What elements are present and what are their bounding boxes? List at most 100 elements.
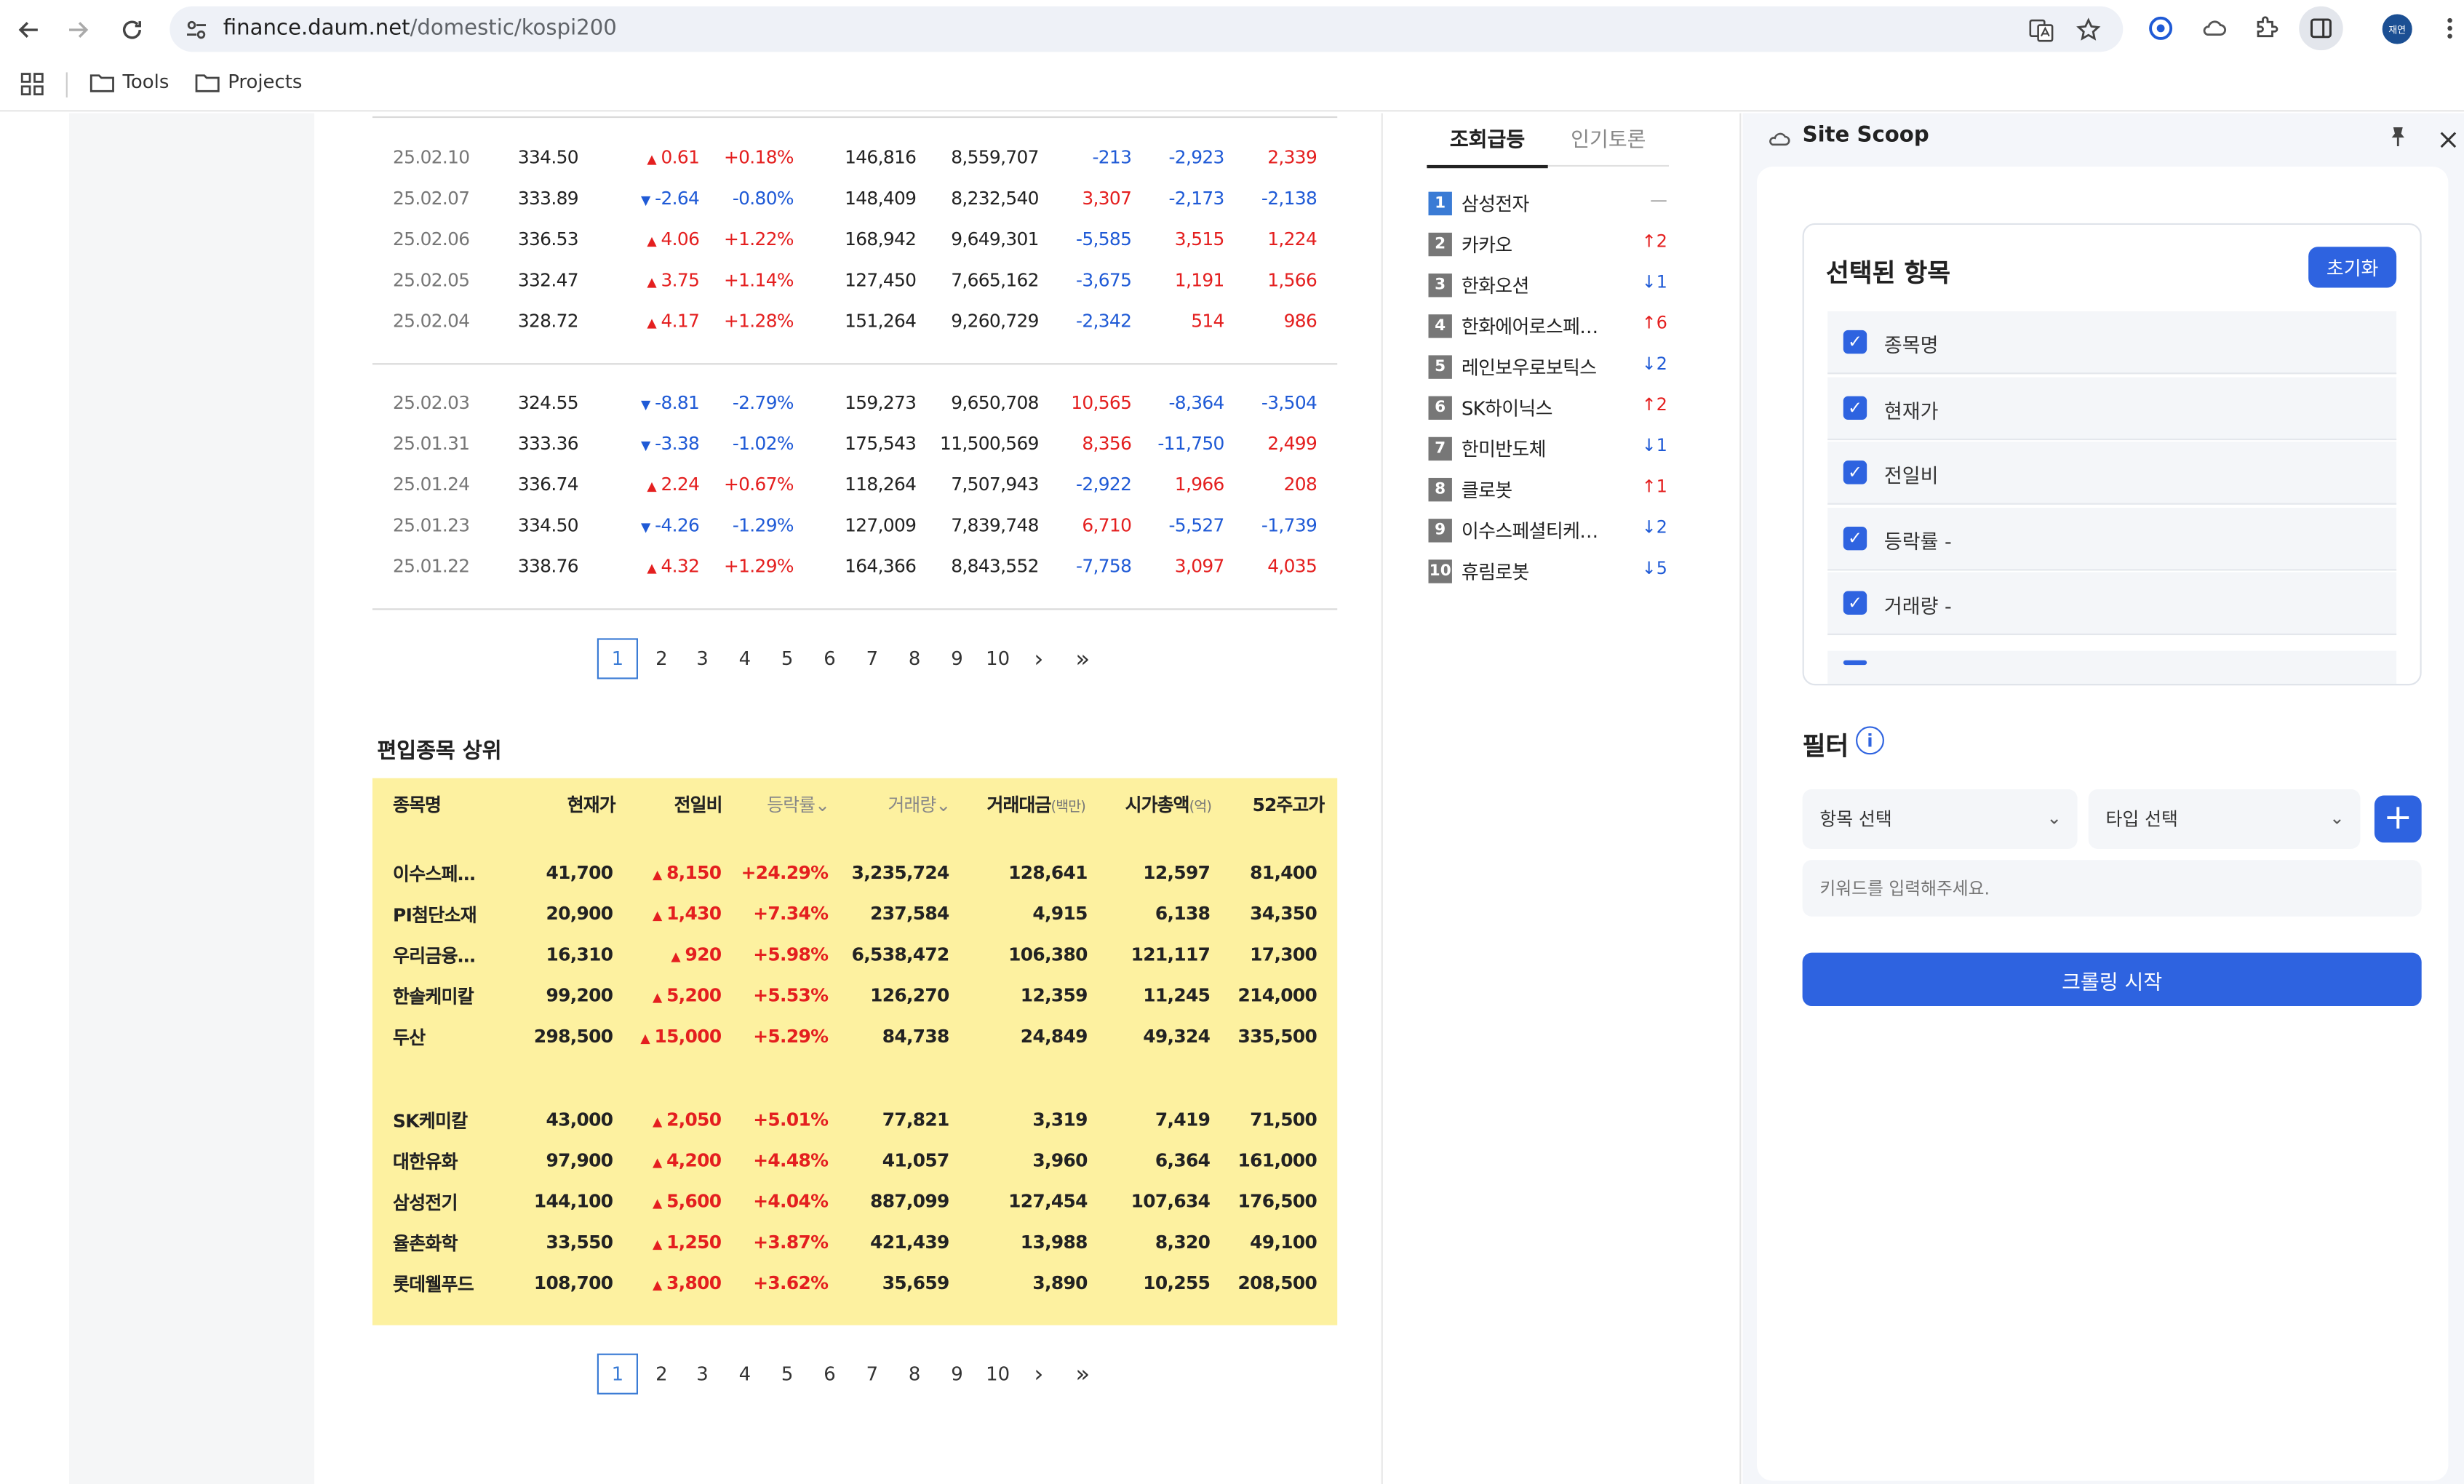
table-row[interactable]: 한솔케미칼 99,200 ▲ 5,200 +5.53% 126,270 12,359 11,2… — [372, 976, 1337, 1017]
page-8-button[interactable]: 8 — [894, 1354, 935, 1395]
extensions-puzzle-icon[interactable] — [2249, 11, 2284, 46]
field-select-dropdown[interactable]: 항목 선택 ⌄ — [1802, 789, 2078, 849]
table-row[interactable]: SK케미칼 43,000 ▲ 2,050 +5.01% 77,821 3,319 7,419 7… — [372, 1101, 1337, 1141]
stock-cell-name[interactable]: SK케미칼 — [393, 1109, 468, 1134]
col-header-amount[interactable]: 거래대금(백만) — [987, 792, 1086, 818]
add-filter-button[interactable]: + — [2374, 795, 2422, 843]
col-header-change[interactable]: 전일비 — [674, 792, 723, 818]
rank-item[interactable]: 3 한화오션 ↓1 — [1428, 269, 1667, 304]
selected-item[interactable]: ✓ 현재가 — [1827, 376, 2397, 440]
page-8-button[interactable]: 8 — [894, 638, 935, 679]
pin-icon[interactable] — [2388, 124, 2407, 154]
rank-stock-name[interactable]: 한미반도체 — [1462, 436, 1547, 463]
table-row[interactable]: 롯데웰푸드 108,700 ▲ 3,800 +3.62% 35,659 3,890 10,25… — [372, 1264, 1337, 1304]
checkbox-checked-icon[interactable]: ✓ — [1843, 460, 1867, 484]
rank-item[interactable]: 7 한미반도체 ↓1 — [1428, 432, 1667, 467]
more-menu-icon[interactable] — [2433, 11, 2464, 46]
address-bar[interactable]: finance.daum.net/domestic/kospi200 — [170, 6, 2124, 52]
apps-grid-icon[interactable] — [20, 72, 44, 102]
stock-cell-name[interactable]: 우리금융… — [393, 944, 476, 969]
type-select-dropdown[interactable]: 타입 선택 ⌄ — [2088, 789, 2361, 849]
page-10-button[interactable]: 10 — [978, 1354, 1018, 1395]
table-row[interactable]: 두산 298,500 ▲ 15,000 +5.29% 84,738 24,849 49,324… — [372, 1017, 1337, 1058]
rank-stock-name[interactable]: 한화에어로스페… — [1462, 313, 1598, 340]
rank-stock-name[interactable]: 이수스페셜티케… — [1462, 517, 1598, 544]
rank-stock-name[interactable]: 카카오 — [1462, 231, 1512, 258]
table-row[interactable]: PI첨단소재 20,900 ▲ 1,430 +7.34% 237,584 4,915 6,13… — [372, 895, 1337, 936]
last-page-icon[interactable]: » — [1062, 1354, 1103, 1395]
bookmark-folder-tools[interactable]: Tools — [89, 71, 169, 93]
table-row[interactable]: 대한유화 97,900 ▲ 4,200 +4.48% 41,057 3,960 6,364 16… — [372, 1141, 1337, 1182]
rank-stock-name[interactable]: 레인보우로보틱스 — [1462, 354, 1597, 380]
table-row[interactable]: 율촌화학 33,550 ▲ 1,250 +3.87% 421,439 13,988 8,320… — [372, 1223, 1337, 1264]
back-icon[interactable] — [9, 11, 47, 49]
rank-item[interactable]: 2 카카오 ↑2 — [1428, 228, 1667, 263]
selected-item[interactable]: ✓ 전일비 — [1827, 442, 2397, 506]
stock-cell-name[interactable]: 삼성전기 — [393, 1190, 458, 1216]
page-7-button[interactable]: 7 — [852, 638, 893, 679]
rank-item[interactable]: 6 SK하이닉스 ↑2 — [1428, 391, 1667, 426]
page-5-button[interactable]: 5 — [767, 638, 808, 679]
url-text[interactable]: finance.daum.net/domestic/kospi200 — [223, 16, 617, 41]
col-header-name[interactable]: 종목명 — [393, 792, 442, 818]
page-2-button[interactable]: 2 — [641, 638, 682, 679]
page-4-button[interactable]: 4 — [725, 1354, 765, 1395]
stock-cell-name[interactable]: 이수스페… — [393, 861, 476, 887]
checkbox-checked-icon[interactable]: ✓ — [1843, 526, 1867, 550]
forward-icon[interactable] — [60, 11, 97, 49]
next-page-chevron-icon[interactable]: › — [1018, 638, 1059, 679]
close-icon[interactable] — [2439, 126, 2457, 156]
extension-scoop-icon[interactable] — [2143, 11, 2178, 46]
rank-item[interactable]: 1 삼성전자 — — [1428, 187, 1667, 222]
page-3-button[interactable]: 3 — [682, 638, 722, 679]
page-6-button[interactable]: 6 — [809, 638, 850, 679]
rank-stock-name[interactable]: 삼성전자 — [1462, 190, 1529, 217]
next-page-chevron-icon[interactable]: › — [1018, 1354, 1059, 1395]
selected-item[interactable]: ✓ 거래량 - — [1827, 573, 2397, 636]
page-7-button[interactable]: 7 — [852, 1354, 893, 1395]
col-header-price[interactable]: 현재가 — [567, 792, 616, 818]
page-1-button[interactable]: 1 — [597, 1353, 638, 1395]
page-9-button[interactable]: 9 — [936, 1354, 977, 1395]
stock-cell-name[interactable]: 율촌화학 — [393, 1231, 458, 1256]
stock-cell-name[interactable]: 두산 — [393, 1025, 426, 1050]
page-5-button[interactable]: 5 — [767, 1354, 808, 1395]
table-row[interactable]: 이수스페… 41,700 ▲ 8,150 +24.29% 3,235,724 128,641… — [372, 853, 1337, 894]
table-row[interactable]: 삼성전기 144,100 ▲ 5,600 +4.04% 887,099 127,454 107… — [372, 1182, 1337, 1223]
stock-cell-name[interactable]: 한솔케미칼 — [393, 984, 474, 1010]
checkbox-checked-icon[interactable]: ✓ — [1843, 395, 1867, 420]
rank-stock-name[interactable]: SK하이닉스 — [1462, 394, 1553, 421]
cloud-extension-icon[interactable] — [2197, 11, 2232, 46]
rank-stock-name[interactable]: 한화오션 — [1462, 272, 1529, 299]
page-2-button[interactable]: 2 — [641, 1354, 682, 1395]
tab-popular-discussion[interactable]: 인기토론 — [1548, 123, 1669, 152]
bookmark-folder-projects[interactable]: Projects — [195, 71, 302, 93]
rank-stock-name[interactable]: 클로봇 — [1462, 476, 1512, 503]
rank-item[interactable]: 10 휴림로봇 ↓5 — [1428, 555, 1667, 590]
table-row[interactable]: 우리금융… 16,310 ▲ 920 +5.98% 6,538,472 106,380 121… — [372, 936, 1337, 976]
col-header-pct[interactable]: 등락률⌄ — [767, 792, 830, 818]
translate-icon[interactable] — [2025, 14, 2055, 44]
page-1-button[interactable]: 1 — [597, 638, 638, 679]
last-page-icon[interactable]: » — [1062, 638, 1103, 679]
selected-item[interactable]: ✓ 등락률 - — [1827, 507, 2397, 571]
site-info-icon[interactable] — [180, 14, 210, 44]
checkbox-partial[interactable] — [1843, 660, 1867, 666]
rank-item[interactable]: 9 이수스페셜티케… ↓2 — [1428, 514, 1667, 549]
keyword-input[interactable] — [1802, 860, 2422, 917]
side-panel-icon[interactable] — [2299, 6, 2343, 51]
col-header-high52[interactable]: 52주고가 — [1253, 792, 1325, 818]
col-header-volume[interactable]: 거래량⌄ — [888, 792, 951, 818]
checkbox-checked-icon[interactable]: ✓ — [1843, 330, 1867, 354]
rank-stock-name[interactable]: 휴림로봇 — [1462, 558, 1529, 585]
reload-icon[interactable] — [113, 11, 151, 49]
tab-search-surge[interactable]: 조회급등 — [1427, 123, 1548, 169]
rank-item[interactable]: 5 레인보우로보틱스 ↓2 — [1428, 351, 1667, 386]
bookmark-star-icon[interactable] — [2073, 14, 2102, 44]
selected-item[interactable]: ✓ 종목명 — [1827, 311, 2397, 375]
col-header-mcap[interactable]: 시가총액(억) — [1125, 792, 1212, 818]
stock-cell-name[interactable]: 롯데웰푸드 — [393, 1272, 474, 1297]
page-3-button[interactable]: 3 — [682, 1354, 722, 1395]
page-10-button[interactable]: 10 — [978, 638, 1018, 679]
page-6-button[interactable]: 6 — [809, 1354, 850, 1395]
